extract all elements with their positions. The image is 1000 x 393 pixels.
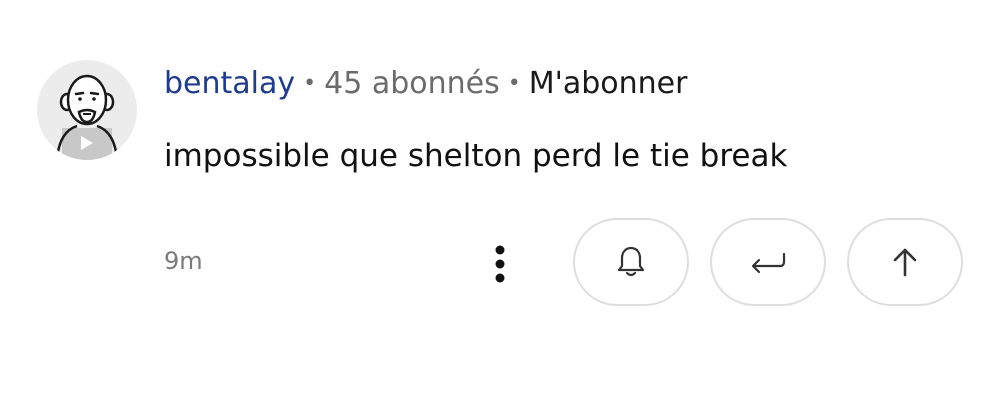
bald-man-avatar-icon: [37, 60, 137, 160]
more-options-button[interactable]: [484, 236, 516, 292]
reply-arrow-icon: [751, 252, 786, 274]
comment-timestamp: 9m: [164, 247, 203, 275]
username-link[interactable]: bentalay: [164, 66, 295, 101]
upvote-button[interactable]: [847, 218, 963, 306]
arrow-up-icon: [893, 248, 917, 277]
avatar[interactable]: [37, 60, 137, 160]
vertical-dots-icon: [495, 245, 505, 283]
comment-card: bentalay • 45 abonnés • M'abonner imposs…: [0, 0, 1000, 393]
separator-dot: •: [507, 70, 521, 96]
comment-body: impossible que shelton perd le tie break: [164, 138, 788, 174]
separator-dot: •: [303, 70, 317, 96]
reply-button[interactable]: [710, 218, 826, 306]
subscribe-button[interactable]: M'abonner: [529, 66, 688, 101]
follower-count: 45 abonnés: [324, 65, 500, 101]
bell-icon: [617, 246, 645, 277]
notify-button[interactable]: [573, 218, 689, 306]
comment-header: bentalay • 45 abonnés • M'abonner: [164, 62, 687, 104]
